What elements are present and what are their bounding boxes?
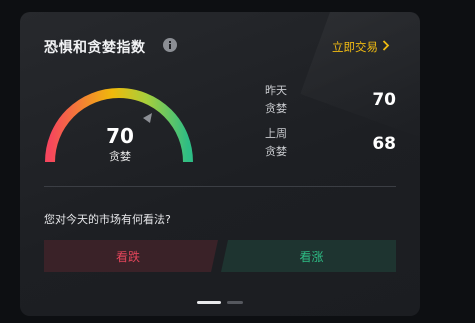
stat-yesterday-sentiment: 贪婪 [265,102,287,115]
stat-yesterday-period: 昨天 [265,84,287,97]
gauge-label: 贪婪 [109,150,131,163]
bearish-label: 看跌 [115,249,140,264]
stat-yesterday-value: 70 [372,90,396,110]
poll-question: 您对今天的市场有何看法? [44,213,171,226]
bullish-label: 看涨 [299,249,324,264]
stat-last-week-period: 上周 [265,127,287,140]
carousel-dot-active[interactable] [197,301,221,304]
fear-greed-card: 恐惧和贪婪指数 立即交易 70 贪婪 昨天 贪婪 70 上周 贪婪 68 您对今… [20,12,420,316]
chevron-right-icon[interactable] [382,40,390,51]
trade-now-label: 立即交易 [332,40,378,54]
carousel-dot[interactable] [227,301,243,304]
stat-last-week-value: 68 [372,134,396,154]
gauge-pointer-icon [143,113,152,123]
divider [44,186,396,187]
carousel-indicator [197,301,247,305]
bullish-button[interactable]: 看涨 [221,240,396,272]
gauge-value: 70 [106,124,134,148]
stat-yesterday-label: 昨天 贪婪 [265,82,305,118]
card-title: 恐惧和贪婪指数 [44,40,146,56]
trade-now-link[interactable]: 立即交易 [332,39,378,55]
stat-last-week-sentiment: 贪婪 [265,145,287,158]
stat-last-week-label: 上周 贪婪 [265,125,305,161]
bearish-button[interactable]: 看跌 [44,240,218,272]
info-icon[interactable] [163,38,177,52]
